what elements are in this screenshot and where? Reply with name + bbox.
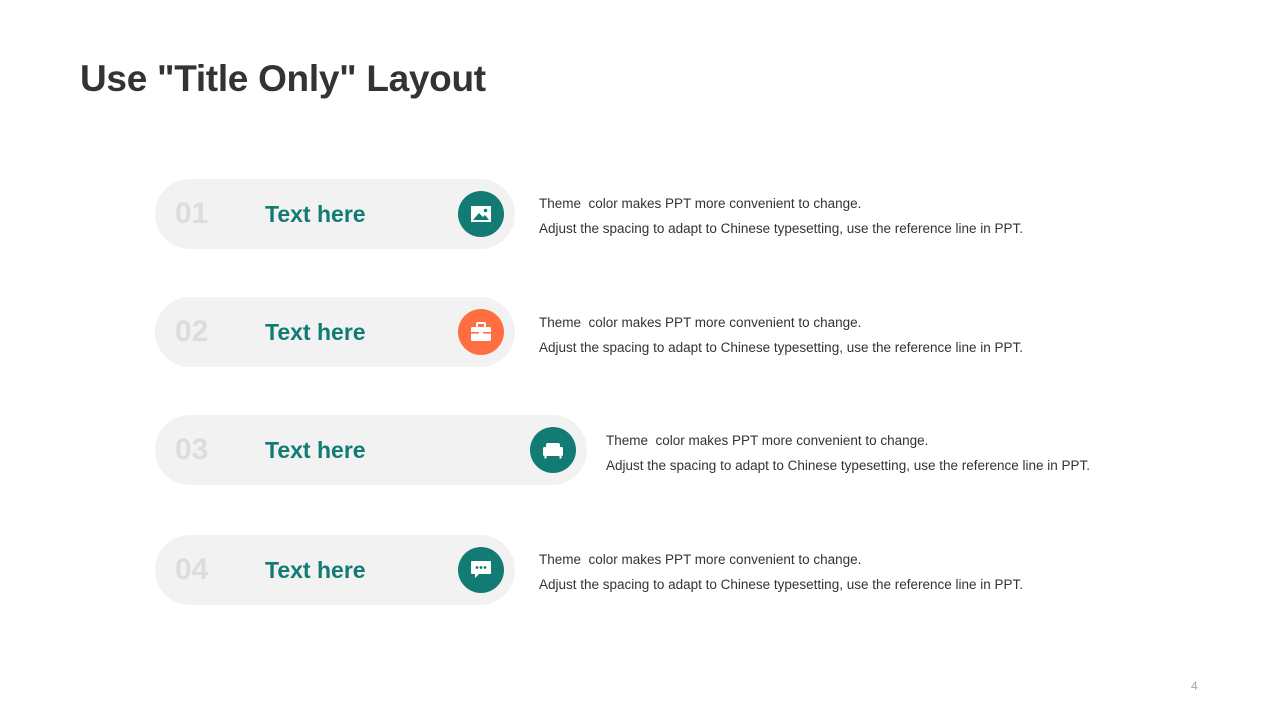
description-line: Adjust the spacing to adapt to Chinese t… [539,221,1024,236]
item-description-03: Theme color makes PPT more convenient to… [606,428,1090,478]
item-number: 02 [175,315,209,348]
chat-bubble-icon [458,547,504,593]
sofa-icon [530,427,576,473]
item-number: 03 [175,433,209,466]
item-heading: Text here [265,201,366,227]
slide-title: Use "Title Only" Layout [80,58,486,99]
item-heading: Text here [265,437,366,463]
description-line: Theme color makes PPT more convenient to… [539,552,862,567]
slide: Use "Title Only" Layout 01 Text here The… [0,0,1280,720]
item-number: 04 [175,553,209,586]
image-icon [458,191,504,237]
page-number: 4 [1191,679,1198,693]
description-line: Adjust the spacing to adapt to Chinese t… [606,458,1091,473]
item-description-02: Theme color makes PPT more convenient to… [539,310,1023,360]
item-number: 01 [175,197,209,230]
item-heading: Text here [265,557,366,583]
description-line: Adjust the spacing to adapt to Chinese t… [539,577,1024,592]
item-description-01: Theme color makes PPT more convenient to… [539,191,1023,241]
item-pill-03: 03 Text here [155,415,587,485]
item-heading: Text here [265,319,366,345]
description-line: Adjust the spacing to adapt to Chinese t… [539,340,1024,355]
item-description-04: Theme color makes PPT more convenient to… [539,547,1023,597]
briefcase-icon [458,309,504,355]
item-pill-04: 04 Text here [155,535,515,605]
item-pill-02: 02 Text here [155,297,515,367]
description-line: Theme color makes PPT more convenient to… [539,315,862,330]
description-line: Theme color makes PPT more convenient to… [539,196,862,211]
description-line: Theme color makes PPT more convenient to… [606,433,929,448]
item-pill-01: 01 Text here [155,179,515,249]
